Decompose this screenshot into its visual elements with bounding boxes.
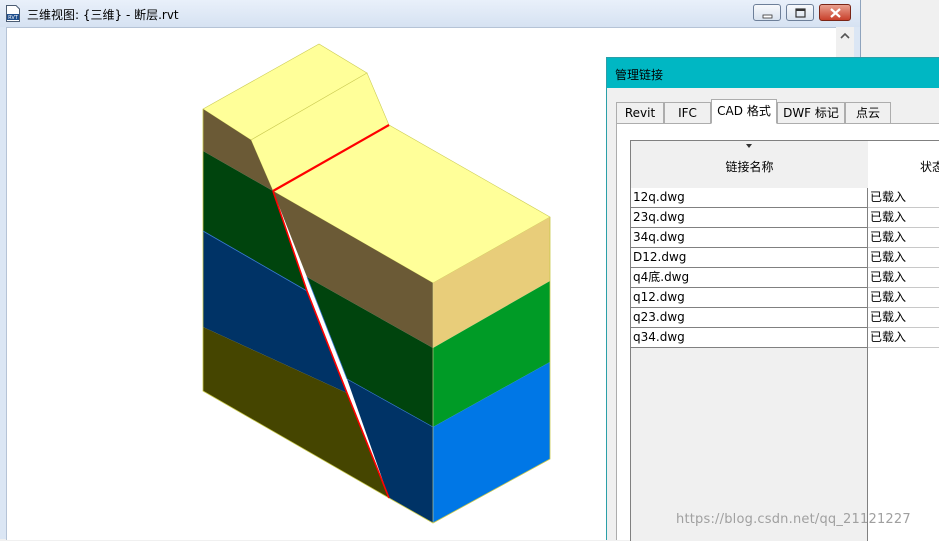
link-status-cell: 已载入 (868, 308, 939, 328)
tab-point-cloud[interactable]: 点云 (845, 102, 891, 124)
column-header-link-name[interactable]: 链接名称 (631, 141, 868, 188)
minimize-icon (762, 14, 773, 19)
link-name-cell[interactable]: 12q.dwg (631, 188, 868, 208)
table-row[interactable]: 12q.dwg 已载入 (631, 188, 939, 208)
link-status-cell: 已载入 (868, 328, 939, 348)
close-icon (830, 8, 841, 18)
table-row[interactable]: 23q.dwg 已载入 (631, 208, 939, 228)
maximize-button[interactable] (786, 4, 814, 21)
link-status-cell: 已载入 (868, 208, 939, 228)
maximize-icon (795, 8, 806, 18)
link-name-cell[interactable]: q23.dwg (631, 308, 868, 328)
link-status-cell: 已载入 (868, 228, 939, 248)
tab-ifc[interactable]: IFC (664, 102, 711, 124)
table-row[interactable]: q12.dwg 已载入 (631, 288, 939, 308)
cad-formats-tab-page: 链接名称 状态 12q.dwg已载入23q.dwg已载入34q.dwg已载入D1… (616, 124, 939, 541)
link-status-cell: 已载入 (868, 288, 939, 308)
dialog-title: 管理链接 (615, 68, 664, 82)
minimize-button[interactable] (753, 4, 781, 21)
table-row[interactable]: 34q.dwg 已载入 (631, 228, 939, 248)
link-name-cell[interactable]: D12.dwg (631, 248, 868, 268)
link-name-cell[interactable]: q4底.dwg (631, 268, 868, 288)
sort-descending-icon (746, 144, 752, 148)
tab-dwf-markup[interactable]: DWF 标记 (777, 102, 845, 124)
tab-revit[interactable]: Revit (616, 102, 664, 124)
link-status-cell: 已载入 (868, 268, 939, 288)
close-button[interactable] (819, 4, 851, 21)
link-name-cell[interactable]: q34.dwg (631, 328, 868, 348)
window-title: 三维视图: {三维} - 断层.rvt (27, 8, 179, 22)
tab-cad-formats[interactable]: CAD 格式 (711, 99, 777, 124)
manage-links-dialog: 管理链接 Revit IFC DWF 标记 点云 CAD 格式 链接名称 状态 … (606, 57, 939, 541)
table-header: 链接名称 状态 (631, 141, 939, 189)
link-name-cell[interactable]: 23q.dwg (631, 208, 868, 228)
link-status-cell: 已载入 (868, 248, 939, 268)
links-table: 链接名称 状态 12q.dwg已载入23q.dwg已载入34q.dwg已载入D1… (630, 140, 939, 541)
revit-file-icon: RVT (6, 5, 20, 22)
window-titlebar[interactable]: RVT 三维视图: {三维} - 断层.rvt (0, 0, 860, 27)
table-row[interactable]: D12.dwg 已载入 (631, 248, 939, 268)
column-header-status[interactable]: 状态 (868, 141, 939, 188)
table-row[interactable]: q23.dwg 已载入 (631, 308, 939, 328)
link-name-cell[interactable]: 34q.dwg (631, 228, 868, 248)
dialog-titlebar[interactable]: 管理链接 (607, 58, 939, 88)
table-row[interactable]: q4底.dwg 已载入 (631, 268, 939, 288)
watermark-text: https://blog.csdn.net/qq_21121227 (676, 512, 911, 527)
link-status-cell: 已载入 (868, 188, 939, 208)
svg-text:RVT: RVT (8, 15, 19, 21)
link-name-cell[interactable]: q12.dwg (631, 288, 868, 308)
scroll-up-arrow-icon[interactable] (836, 27, 854, 45)
table-row[interactable]: q34.dwg 已载入 (631, 328, 939, 348)
